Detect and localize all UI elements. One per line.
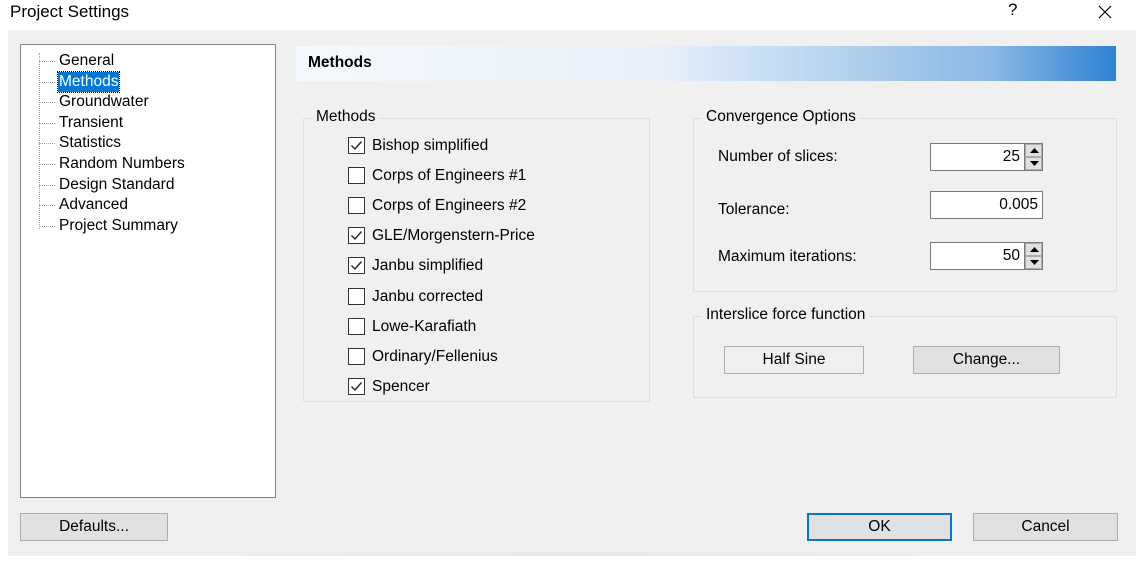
convergence-group: Convergence Options Number of slices: 25… [693, 108, 1117, 292]
iterations-decrement-button[interactable] [1025, 256, 1042, 269]
tolerance-input[interactable]: 0.005 [930, 191, 1043, 219]
tree-connector [39, 122, 55, 124]
interslice-group-title: Interslice force function [702, 306, 870, 324]
method-label: Janbu simplified [372, 257, 484, 275]
method-checkbox[interactable] [348, 167, 365, 185]
iterations-spin-buttons [1024, 243, 1042, 269]
tree-item-label: Design Standard [59, 175, 175, 193]
method-checkbox[interactable] [348, 137, 365, 154]
checkmark-icon [351, 381, 363, 391]
tree-connector [39, 102, 55, 104]
arrow-down-icon [1030, 161, 1039, 166]
tree-item-label: Project Summary [59, 216, 178, 234]
arrow-up-icon [1030, 148, 1039, 153]
tree-item-label: Methods [56, 70, 121, 93]
iterations-spinner[interactable]: 50 [930, 242, 1043, 270]
change-function-button[interactable]: Change... [913, 346, 1060, 374]
defaults-button[interactable]: Defaults... [20, 513, 168, 541]
method-label: Spencer [372, 377, 430, 395]
tree-item-label: Groundwater [59, 93, 149, 111]
tree-connector [39, 225, 55, 227]
method-checkbox[interactable] [348, 197, 365, 215]
method-checkbox[interactable] [348, 227, 365, 245]
cancel-button[interactable]: Cancel [973, 513, 1118, 541]
close-button[interactable] [1090, 0, 1120, 24]
help-button[interactable]: ? [1008, 0, 1017, 20]
section-title: Methods [308, 54, 372, 71]
method-checkbox[interactable] [348, 287, 365, 305]
method-label: Lowe-Karafiath [372, 317, 477, 335]
arrow-up-icon [1030, 247, 1039, 252]
bottom-shadow [180, 552, 980, 556]
tree-item-label: Transient [59, 113, 124, 131]
checkmark-icon [351, 261, 363, 271]
method-label: Janbu corrected [372, 287, 484, 305]
slices-label: Number of slices: [718, 148, 838, 165]
method-checkbox[interactable] [348, 377, 365, 395]
iterations-value: 50 [1002, 247, 1020, 264]
method-label: Corps of Engineers #1 [372, 167, 527, 185]
tree-connector [39, 205, 55, 207]
settings-tree[interactable]: General Methods Groundwater Transient Statis… [20, 44, 276, 498]
window-title: Project Settings [10, 2, 130, 21]
close-icon [1098, 5, 1112, 19]
tree-item-label: Advanced [59, 196, 128, 214]
tree-connector [39, 184, 55, 186]
interslice-function-display: Half Sine [724, 346, 864, 374]
tree-item-label: Random Numbers [59, 155, 185, 172]
method-checkbox[interactable] [348, 257, 365, 275]
methods-group: Methods Bishop simplified Corps of Engine… [303, 108, 650, 402]
method-checkbox[interactable] [348, 317, 365, 335]
tree-item-label: Statistics [59, 134, 122, 152]
tree-connector [39, 81, 55, 83]
tree-item-label: General [59, 52, 115, 69]
tree-connector [39, 61, 55, 62]
slices-value: 25 [1002, 148, 1020, 165]
arrow-down-icon [1030, 260, 1039, 265]
convergence-group-title: Convergence Options [702, 108, 860, 126]
ok-button[interactable]: OK [807, 513, 952, 541]
section-header: Methods [296, 46, 1116, 81]
tree-connector [39, 164, 55, 165]
slices-spinner[interactable]: 25 [930, 143, 1043, 171]
method-label: Bishop simplified [372, 137, 489, 154]
method-label: GLE/Morgenstern-Price [372, 227, 535, 245]
methods-group-title: Methods [312, 108, 380, 126]
tolerance-label: Tolerance: [718, 201, 790, 218]
tree-connector-line [39, 53, 40, 229]
method-checkbox[interactable] [348, 347, 365, 365]
slices-decrement-button[interactable] [1025, 157, 1042, 170]
iterations-increment-button[interactable] [1025, 243, 1042, 256]
checkmark-icon [351, 141, 363, 151]
interslice-group: Interslice force function Half Sine Chan… [693, 306, 1117, 398]
slices-spin-buttons [1024, 144, 1042, 170]
checkmark-icon [351, 231, 363, 241]
iterations-label: Maximum iterations: [718, 248, 857, 265]
tree-connector [39, 143, 55, 145]
method-label: Corps of Engineers #2 [372, 197, 527, 215]
slices-increment-button[interactable] [1025, 144, 1042, 157]
method-label: Ordinary/Fellenius [372, 347, 498, 365]
